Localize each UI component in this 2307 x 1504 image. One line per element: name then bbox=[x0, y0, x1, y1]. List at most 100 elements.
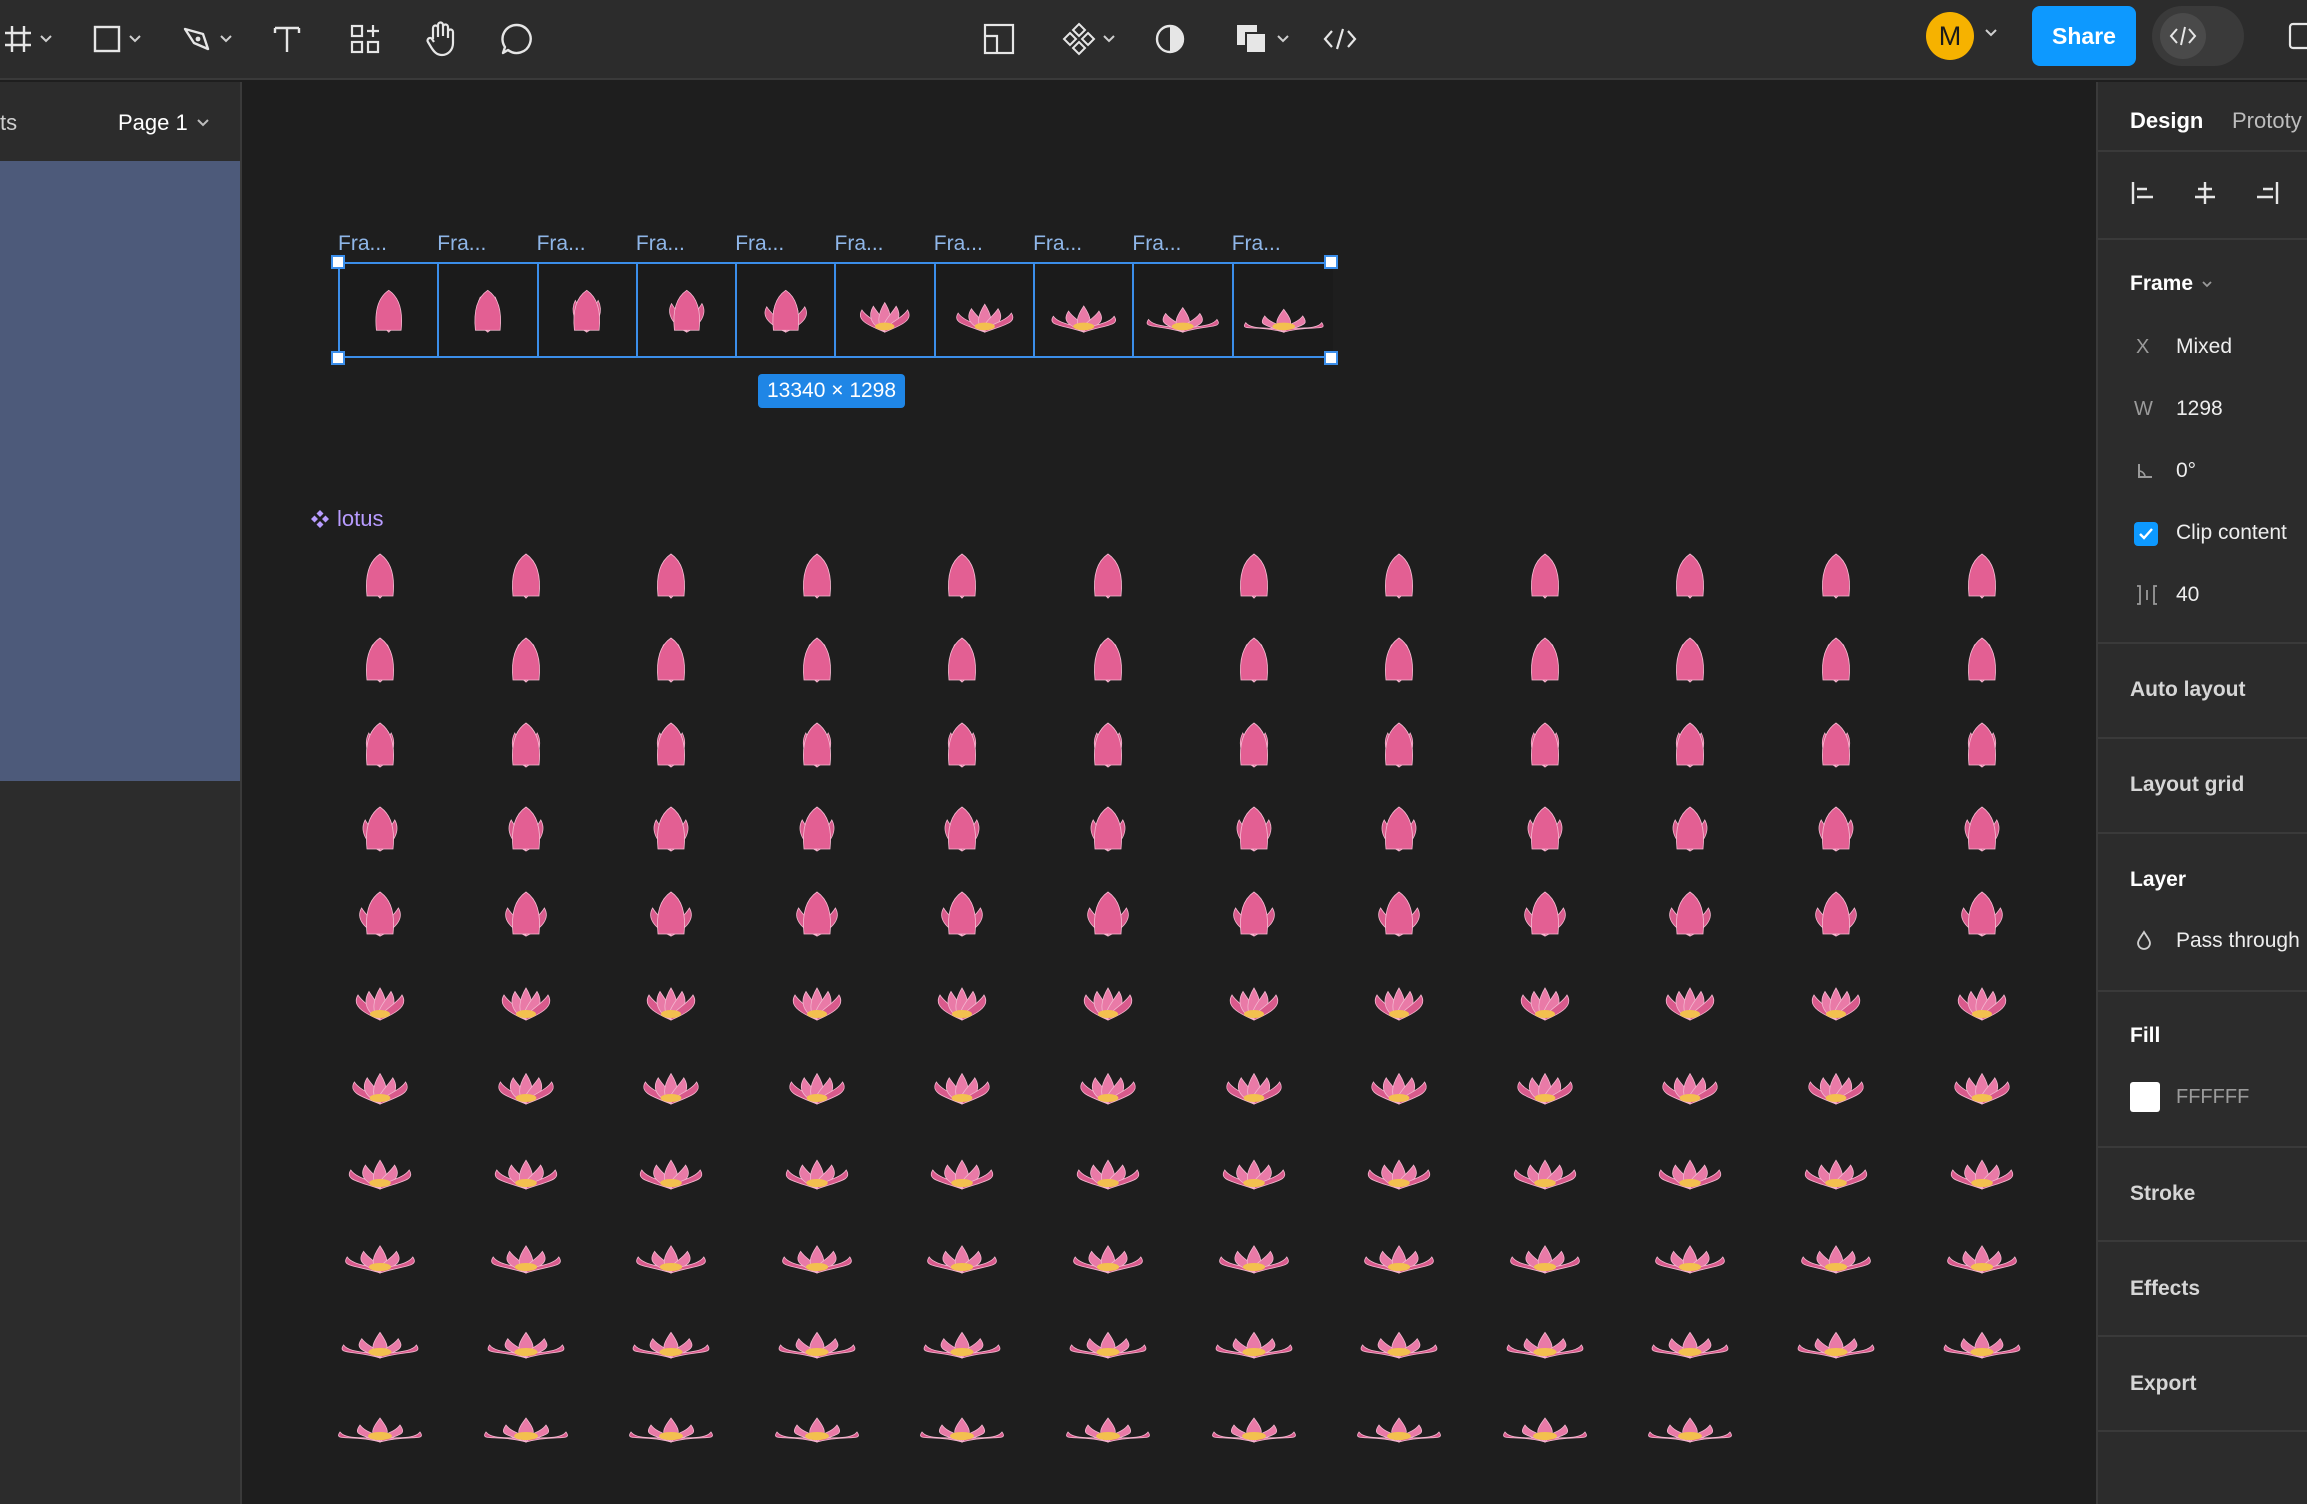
export-section[interactable]: Export bbox=[2130, 1372, 2197, 1396]
lotus-frame[interactable] bbox=[912, 873, 1012, 953]
lotus-frame[interactable] bbox=[1058, 788, 1158, 868]
lotus-frame[interactable] bbox=[1640, 788, 1740, 868]
lotus-frame[interactable] bbox=[1786, 535, 1886, 615]
lotus-frame[interactable] bbox=[1640, 535, 1740, 615]
lotus-frame[interactable] bbox=[1640, 1041, 1740, 1121]
lotus-frame[interactable] bbox=[1058, 1379, 1158, 1459]
lotus-frame[interactable] bbox=[476, 535, 576, 615]
frame-tool-button[interactable] bbox=[0, 14, 56, 64]
boolean-ops-button[interactable] bbox=[1230, 14, 1294, 64]
frame-thumbnail[interactable] bbox=[538, 264, 638, 356]
width-field[interactable]: 1298 bbox=[2176, 397, 2223, 421]
lotus-frame[interactable] bbox=[1349, 704, 1449, 784]
effects-section[interactable]: Effects bbox=[2130, 1277, 2200, 1301]
lotus-frame[interactable] bbox=[912, 1295, 1012, 1375]
lotus-frame[interactable] bbox=[1932, 535, 2032, 615]
lotus-frame[interactable] bbox=[1204, 619, 1304, 699]
frame-label[interactable]: Fra... bbox=[835, 232, 884, 256]
lotus-frame[interactable] bbox=[330, 957, 430, 1037]
lotus-frame[interactable] bbox=[476, 1210, 576, 1290]
stroke-section[interactable]: Stroke bbox=[2130, 1182, 2195, 1206]
lotus-frame[interactable] bbox=[1932, 957, 2032, 1037]
lotus-frame[interactable] bbox=[1349, 1126, 1449, 1206]
lotus-frame[interactable] bbox=[1204, 957, 1304, 1037]
dev-mode-toggle[interactable] bbox=[2152, 6, 2244, 66]
lotus-frame[interactable] bbox=[1204, 1041, 1304, 1121]
frame-label[interactable]: Fra... bbox=[735, 232, 784, 256]
lotus-frame[interactable] bbox=[330, 1295, 430, 1375]
lotus-frame[interactable] bbox=[1932, 704, 2032, 784]
resources-button[interactable] bbox=[346, 14, 384, 64]
lotus-frame[interactable] bbox=[1495, 788, 1595, 868]
lotus-frame[interactable] bbox=[1932, 1041, 2032, 1121]
lotus-frame[interactable] bbox=[1495, 1041, 1595, 1121]
lotus-frame[interactable] bbox=[1786, 957, 1886, 1037]
lotus-frame[interactable] bbox=[1349, 535, 1449, 615]
lotus-frame[interactable] bbox=[1349, 1210, 1449, 1290]
lotus-frame[interactable] bbox=[767, 957, 867, 1037]
lotus-frame[interactable] bbox=[1204, 1295, 1304, 1375]
frame-thumbnail[interactable] bbox=[340, 264, 440, 356]
lotus-frame[interactable] bbox=[767, 1041, 867, 1121]
lotus-frame[interactable] bbox=[476, 873, 576, 953]
lotus-frame[interactable] bbox=[1786, 873, 1886, 953]
x-field[interactable]: Mixed bbox=[2176, 335, 2232, 359]
lotus-frame[interactable] bbox=[621, 1210, 721, 1290]
frame-section-header[interactable]: Frame bbox=[2130, 272, 2213, 296]
lotus-frame[interactable] bbox=[621, 1379, 721, 1459]
align-center-icon[interactable] bbox=[2192, 180, 2218, 206]
frame-label[interactable]: Fra... bbox=[338, 232, 387, 256]
layout-toggle-button[interactable] bbox=[978, 14, 1020, 64]
lotus-frame[interactable] bbox=[912, 1379, 1012, 1459]
lotus-frame[interactable] bbox=[1495, 1295, 1595, 1375]
lotus-frame[interactable] bbox=[767, 1126, 867, 1206]
fill-hex-field[interactable]: FFFFFF bbox=[2176, 1086, 2249, 1109]
lotus-frame[interactable] bbox=[1058, 1041, 1158, 1121]
align-right-icon[interactable] bbox=[2254, 180, 2280, 206]
auto-layout-section[interactable]: Auto layout bbox=[2130, 678, 2246, 702]
lotus-frame[interactable] bbox=[1640, 1379, 1740, 1459]
component-menu-button[interactable] bbox=[1058, 14, 1120, 64]
resize-handle-bottom-right[interactable] bbox=[1324, 351, 1338, 365]
lotus-frame[interactable] bbox=[1495, 619, 1595, 699]
lotus-frame[interactable] bbox=[621, 535, 721, 615]
assets-tab[interactable]: ts bbox=[0, 110, 17, 136]
fill-color-swatch[interactable] bbox=[2130, 1082, 2160, 1112]
comment-tool-button[interactable] bbox=[496, 14, 538, 64]
lotus-frame[interactable] bbox=[1204, 1210, 1304, 1290]
lotus-frame[interactable] bbox=[1932, 873, 2032, 953]
selected-frames[interactable] bbox=[331, 255, 1338, 365]
lotus-frame[interactable] bbox=[1786, 619, 1886, 699]
shape-tool-button[interactable] bbox=[86, 14, 148, 64]
blend-mode-dropdown[interactable]: Pass through bbox=[2176, 929, 2300, 953]
page-selector[interactable]: Page 1 bbox=[118, 110, 210, 136]
lotus-frame[interactable] bbox=[476, 704, 576, 784]
lotus-frame[interactable] bbox=[767, 619, 867, 699]
lotus-frame[interactable] bbox=[330, 1379, 430, 1459]
frame-thumbnail[interactable] bbox=[1035, 264, 1135, 356]
lotus-frame[interactable] bbox=[1640, 1210, 1740, 1290]
lotus-frame[interactable] bbox=[1058, 873, 1158, 953]
resize-handle-top-left[interactable] bbox=[331, 255, 345, 269]
lotus-frame[interactable] bbox=[1932, 1210, 2032, 1290]
lotus-frame[interactable] bbox=[476, 1126, 576, 1206]
lotus-frame[interactable] bbox=[476, 957, 576, 1037]
frame-thumbnail[interactable] bbox=[439, 264, 539, 356]
lotus-frame[interactable] bbox=[1495, 1210, 1595, 1290]
lotus-frame[interactable] bbox=[1495, 957, 1595, 1037]
lotus-frame[interactable] bbox=[621, 788, 721, 868]
frame-thumbnail[interactable] bbox=[737, 264, 837, 356]
resize-handle-bottom-left[interactable] bbox=[331, 351, 345, 365]
lotus-frame[interactable] bbox=[1204, 873, 1304, 953]
lotus-frame[interactable] bbox=[1349, 788, 1449, 868]
selected-layers-highlight[interactable] bbox=[0, 161, 240, 781]
lotus-frame[interactable] bbox=[912, 1126, 1012, 1206]
lotus-frame[interactable] bbox=[476, 1295, 576, 1375]
lotus-frame[interactable] bbox=[1058, 619, 1158, 699]
lotus-frame[interactable] bbox=[621, 1041, 721, 1121]
lotus-frame[interactable] bbox=[1058, 704, 1158, 784]
tab-design[interactable]: Design bbox=[2130, 108, 2203, 134]
frame-thumbnail[interactable] bbox=[637, 264, 738, 356]
lotus-frame[interactable] bbox=[912, 788, 1012, 868]
frame-thumbnail[interactable] bbox=[935, 264, 1036, 356]
